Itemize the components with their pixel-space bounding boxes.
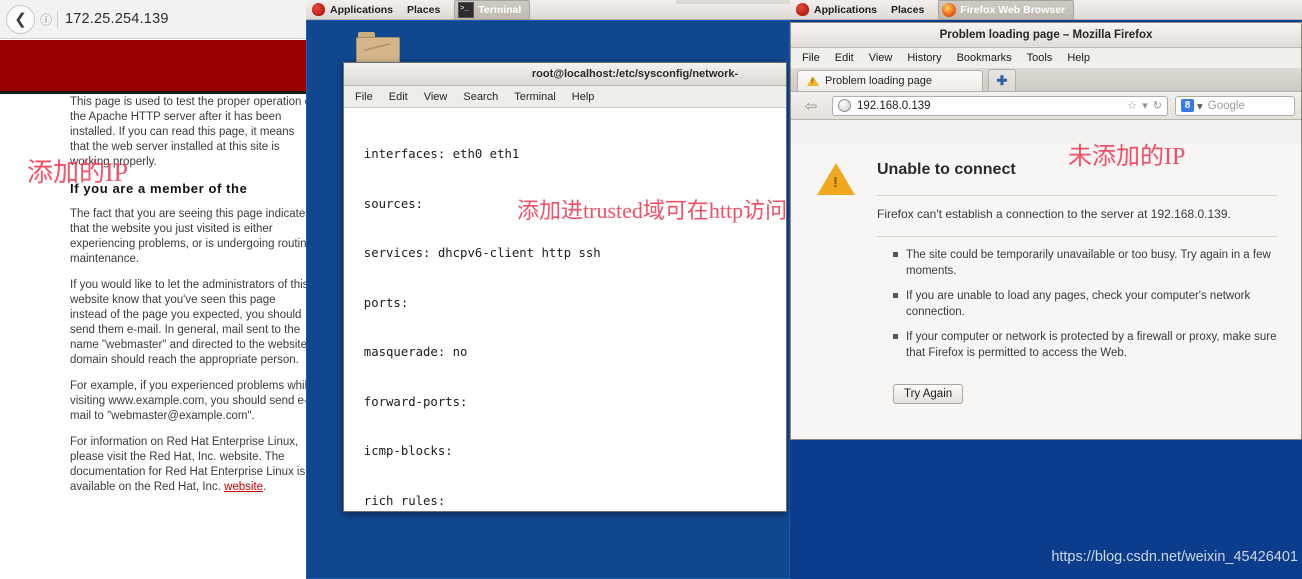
terminal-menu-edit[interactable]: Edit [389, 91, 408, 103]
firefox-tab[interactable]: Problem loading page [797, 70, 983, 91]
right-desktop: Applications Places Firefox Web Browser … [790, 0, 1302, 579]
list-item: If you are unable to load any pages, che… [893, 288, 1283, 320]
left-url-text[interactable]: 172.25.254.139 [65, 11, 169, 27]
terminal-menu-search[interactable]: Search [463, 91, 498, 103]
firefox-icon [942, 2, 957, 17]
error-header: Unable to connect [817, 161, 1277, 195]
menu-applications[interactable]: Applications [330, 4, 393, 16]
list-item: If your computer or network is protected… [893, 329, 1283, 361]
taskbar-button-terminal[interactable]: Terminal [454, 0, 531, 20]
terminal-line: ports: [349, 295, 409, 310]
apache-paragraph-2: The fact that you are seeing this page i… [70, 208, 306, 265]
chevron-down-icon[interactable]: ▾ [1142, 99, 1148, 112]
terminal-output[interactable]: interfaces: eth0 eth1 sources: services:… [344, 108, 786, 511]
firefox-titlebar: Problem loading page – Mozilla Firefox [791, 23, 1301, 48]
right-gnome-panel: Applications Places Firefox Web Browser [790, 0, 1302, 20]
warning-triangle-icon [817, 163, 855, 195]
back-arrow-icon[interactable]: ⇦ [797, 97, 825, 115]
apache-paragraph-4: For example, if you experienced problems… [70, 380, 306, 422]
firefox-menu-tools[interactable]: Tools [1027, 52, 1053, 64]
terminal-titlebar: root@localhost:/etc/sysconfig/network- [344, 63, 786, 86]
back-arrow-icon[interactable]: ❮ [6, 4, 35, 34]
left-browser-window: ❮ ⓘ 172.25.254.139 This page is used to … [0, 0, 306, 579]
error-divider [877, 236, 1277, 237]
info-circle-icon[interactable]: ⓘ [35, 11, 57, 28]
terminal-menu-file[interactable]: File [355, 91, 373, 103]
terminal-line: icmp-blocks: [349, 444, 453, 458]
menu-applications[interactable]: Applications [814, 4, 877, 16]
terminal-menu-help[interactable]: Help [572, 91, 595, 103]
terminal-icon [458, 1, 475, 18]
error-bullet-list: The site could be temporarily unavailabl… [893, 247, 1283, 361]
terminal-line: interfaces: eth0 eth1 [349, 147, 520, 161]
terminal-line: rich rules: [349, 493, 446, 508]
annotation-added-ip: 添加的IP [27, 158, 129, 187]
redhat-logo-icon [312, 3, 325, 16]
error-card: Unable to connect Firefox can't establis… [817, 161, 1277, 404]
firefox-menu-history[interactable]: History [907, 52, 941, 64]
chevron-down-icon[interactable]: ▾ [1197, 99, 1203, 113]
terminal-menubar: File Edit View Search Terminal Help [344, 86, 786, 108]
firefox-error-page: Unable to connect Firefox can't establis… [791, 143, 1301, 439]
apache-paragraph-3: If you would like to let the administrat… [70, 279, 306, 366]
left-browser-urlbar: ❮ ⓘ 172.25.254.139 [0, 0, 306, 39]
error-divider [877, 195, 1277, 196]
watermark-text: https://blog.csdn.net/weixin_45426401 [1051, 549, 1298, 565]
terminal-line: forward-ports: [349, 394, 468, 409]
error-description: Firefox can't establish a connection to … [877, 207, 1231, 221]
urlbar-actions: ☆ ▾ ↻ [1127, 99, 1162, 112]
menu-places[interactable]: Places [407, 4, 440, 16]
firefox-search-input[interactable]: 8 ▾ Google [1175, 95, 1295, 116]
redhat-logo-icon [796, 3, 809, 16]
firefox-navbar: ⇦ 192.168.0.139 ☆ ▾ ↻ 8 ▾ Google [791, 92, 1301, 120]
terminal-menu-view[interactable]: View [424, 91, 448, 103]
annotation-not-added-ip: 未添加的IP [1068, 144, 1186, 170]
list-item: The site could be temporarily unavailabl… [893, 247, 1283, 279]
firefox-url-input[interactable]: 192.168.0.139 ☆ ▾ ↻ [832, 95, 1168, 116]
firefox-menu-file[interactable]: File [802, 52, 820, 64]
google-badge-icon: 8 [1181, 99, 1194, 112]
firefox-tabbar: Problem loading page ✚ [791, 68, 1301, 92]
terminal-line: masquerade: no [349, 345, 468, 359]
try-again-button[interactable]: Try Again [893, 384, 964, 404]
firefox-search-placeholder: Google [1207, 99, 1245, 112]
terminal-window: root@localhost:/etc/sysconfig/network- F… [343, 62, 787, 512]
firefox-window: Problem loading page – Mozilla Firefox F… [790, 22, 1302, 440]
firefox-menu-help[interactable]: Help [1067, 52, 1090, 64]
annotation-trusted-zone: 添加进trusted域可在http访问 [517, 198, 788, 223]
taskbar-button-terminal-label: Terminal [478, 3, 522, 16]
apache-red-band [0, 40, 306, 94]
firefox-menubar: File Edit View History Bookmarks Tools H… [791, 48, 1301, 68]
firefox-tab-label: Problem loading page [825, 75, 933, 87]
firefox-url-text: 192.168.0.139 [857, 99, 931, 112]
taskbar-button-firefox-label: Firefox Web Browser [960, 3, 1066, 16]
url-separator [57, 10, 58, 28]
screenshot-stage: ❮ ⓘ 172.25.254.139 This page is used to … [0, 0, 1302, 579]
star-icon[interactable]: ☆ [1127, 99, 1137, 112]
plus-icon[interactable]: ✚ [988, 69, 1016, 91]
error-title: Unable to connect [877, 161, 1016, 178]
globe-icon [838, 99, 851, 112]
taskbar-button-firefox[interactable]: Firefox Web Browser [938, 0, 1075, 20]
apache-paragraph-5-text: For information on Red Hat Enterprise Li… [70, 436, 306, 493]
redhat-website-link[interactable]: website [224, 481, 263, 493]
terminal-menu-terminal[interactable]: Terminal [514, 91, 556, 103]
apache-link-suffix: . [263, 481, 267, 493]
terminal-line: services: dhcpv6-client http ssh [349, 246, 601, 260]
apache-paragraph-5: For information on Red Hat Enterprise Li… [70, 435, 306, 495]
firefox-menu-view[interactable]: View [869, 52, 893, 64]
reload-icon[interactable]: ↻ [1153, 99, 1162, 112]
firefox-menu-bookmarks[interactable]: Bookmarks [957, 52, 1012, 64]
warning-triangle-icon [807, 76, 819, 86]
menu-places[interactable]: Places [891, 4, 924, 16]
firefox-menu-edit[interactable]: Edit [835, 52, 854, 64]
